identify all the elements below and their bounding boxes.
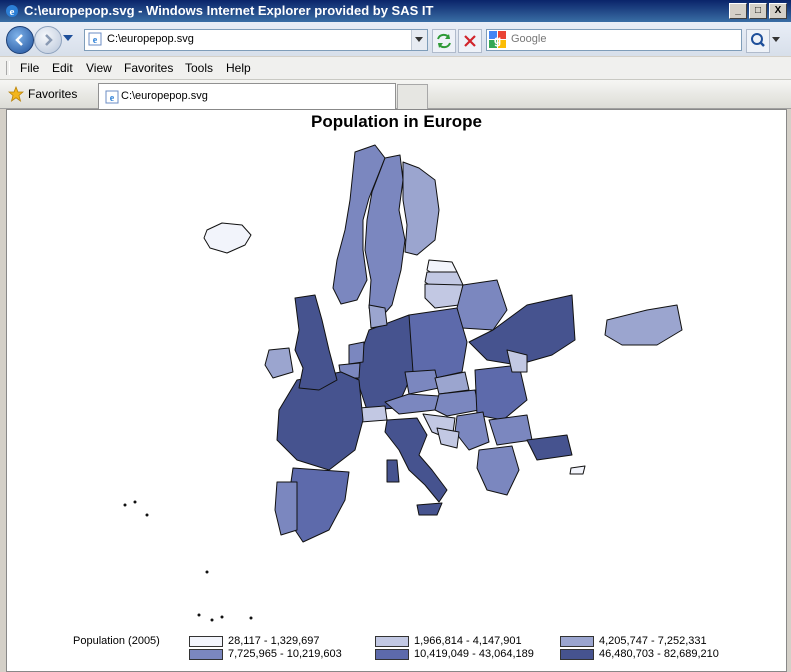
region-netherlands bbox=[348, 341, 365, 365]
region-iceland bbox=[203, 222, 252, 254]
tab-label: C:\europepop.svg bbox=[121, 90, 208, 102]
forward-button[interactable] bbox=[34, 26, 62, 54]
region-czechia bbox=[404, 369, 440, 395]
region-denmark bbox=[368, 304, 388, 329]
svg-text:e: e bbox=[110, 93, 115, 104]
page-icon: e bbox=[88, 32, 102, 46]
google-logo-icon: g bbox=[489, 31, 506, 48]
region-bulgaria bbox=[488, 414, 533, 446]
maximize-button[interactable]: □ bbox=[749, 3, 767, 19]
legend-swatch-3 bbox=[560, 636, 594, 647]
region-hungary bbox=[434, 389, 480, 417]
ie-logo-icon: e bbox=[6, 5, 18, 18]
region-lithuania bbox=[424, 283, 464, 309]
menu-file[interactable]: File bbox=[20, 61, 39, 75]
address-bar[interactable]: e C:\europepop.svg bbox=[84, 29, 428, 51]
legend-label-2: 1,966,814 - 4,147,901 bbox=[414, 635, 522, 647]
toolbar-grip[interactable] bbox=[6, 61, 10, 75]
search-icon bbox=[751, 33, 765, 47]
page-content: Population in Europe Population (2005) 2… bbox=[6, 109, 787, 672]
address-dropdown-button[interactable] bbox=[411, 30, 427, 50]
svg-text:g: g bbox=[494, 33, 501, 47]
menu-view[interactable]: View bbox=[86, 61, 112, 75]
region-greece bbox=[476, 445, 520, 496]
refresh-icon bbox=[437, 33, 451, 49]
stop-button[interactable] bbox=[458, 29, 482, 53]
menu-help[interactable]: Help bbox=[226, 61, 251, 75]
menu-tools[interactable]: Tools bbox=[185, 61, 213, 75]
menu-edit[interactable]: Edit bbox=[52, 61, 73, 75]
menu-bar: File Edit View Favorites Tools Help bbox=[0, 57, 791, 80]
forward-arrow-icon bbox=[45, 34, 53, 46]
region-finland bbox=[402, 161, 440, 256]
region-belarus bbox=[456, 279, 508, 331]
search-placeholder[interactable]: Google bbox=[511, 33, 546, 45]
legend-swatch-4 bbox=[189, 649, 223, 660]
recent-pages-dropdown-icon[interactable] bbox=[63, 35, 73, 41]
legend-swatch-6 bbox=[560, 649, 594, 660]
legend-swatch-2 bbox=[375, 636, 409, 647]
region-spain bbox=[290, 467, 350, 543]
region-bosnia bbox=[436, 427, 460, 449]
region-portugal bbox=[274, 481, 298, 536]
region-serbia bbox=[454, 411, 490, 451]
legend-label-6: 46,480,703 - 82,689,210 bbox=[599, 648, 719, 660]
region-turkey-west bbox=[526, 434, 573, 461]
address-text[interactable]: C:\europepop.svg bbox=[107, 33, 194, 45]
window-controls: _ □ X bbox=[729, 3, 787, 19]
menu-favorites[interactable]: Favorites bbox=[124, 61, 173, 75]
minimize-button[interactable]: _ bbox=[729, 3, 747, 19]
search-button[interactable] bbox=[746, 29, 770, 53]
favorites-label: Favorites bbox=[28, 87, 78, 101]
svg-text:e: e bbox=[10, 6, 15, 18]
legend-swatch-5 bbox=[375, 649, 409, 660]
search-options-dropdown-icon[interactable] bbox=[772, 37, 780, 42]
new-tab-button[interactable] bbox=[397, 84, 428, 109]
back-arrow-icon bbox=[15, 34, 23, 46]
navigation-bar: e C:\europepop.svg g Google bbox=[0, 22, 791, 56]
chevron-down-icon bbox=[415, 37, 423, 42]
legend-label-5: 10,419,049 - 43,064,189 bbox=[414, 648, 534, 660]
region-cyprus bbox=[569, 465, 586, 475]
favorites-button[interactable]: Favorites bbox=[7, 85, 77, 105]
region-sardinia bbox=[386, 459, 400, 483]
map-legend: Population (2005) 28,117 - 1,329,697 1,9… bbox=[7, 630, 786, 670]
legend-label-1: 28,117 - 1,329,697 bbox=[228, 635, 320, 647]
region-sicily bbox=[416, 502, 443, 516]
refresh-button[interactable] bbox=[432, 29, 456, 53]
legend-label-3: 4,205,747 - 7,252,331 bbox=[599, 635, 707, 647]
page-icon: e bbox=[105, 90, 119, 104]
favorites-bar: Favorites e C:\europepop.svg bbox=[0, 80, 791, 109]
legend-swatch-1 bbox=[189, 636, 223, 647]
legend-label-4: 7,725,965 - 10,219,603 bbox=[228, 648, 342, 660]
window-titlebar: e C:\europepop.svg - Windows Internet Ex… bbox=[0, 0, 791, 22]
window-title: C:\europepop.svg - Windows Internet Expl… bbox=[24, 3, 434, 18]
legend-title: Population (2005) bbox=[73, 635, 160, 647]
europe-map bbox=[123, 144, 683, 622]
tab-europepop[interactable]: e C:\europepop.svg bbox=[98, 83, 396, 109]
region-russia-west bbox=[604, 304, 683, 346]
favorites-star-icon bbox=[7, 85, 25, 102]
svg-text:e: e bbox=[93, 35, 98, 46]
close-button[interactable]: X bbox=[769, 3, 787, 19]
stop-icon bbox=[464, 35, 476, 47]
islands bbox=[123, 500, 253, 622]
region-ireland bbox=[264, 347, 294, 379]
region-poland bbox=[404, 307, 468, 381]
back-button[interactable] bbox=[6, 26, 34, 54]
search-box[interactable]: g Google bbox=[486, 29, 742, 51]
region-uk bbox=[294, 294, 338, 391]
